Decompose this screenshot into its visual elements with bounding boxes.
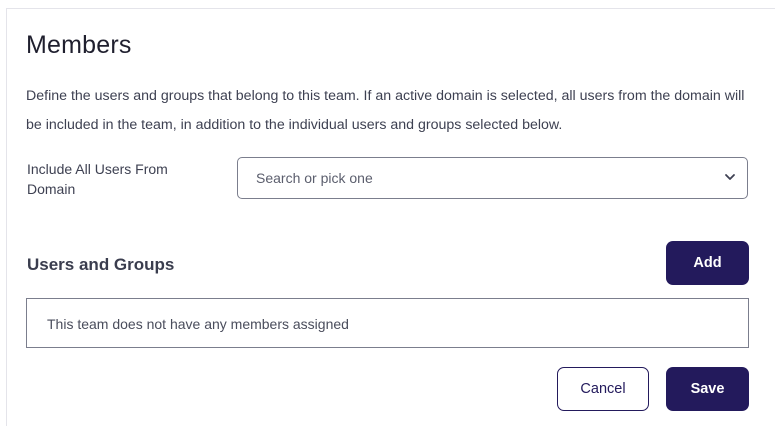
add-button[interactable]: Add: [666, 241, 749, 285]
members-description: Define the users and groups that belong …: [26, 88, 745, 133]
save-button[interactable]: Save: [666, 367, 749, 411]
members-list: This team does not have any members assi…: [26, 298, 749, 348]
page-title: Members: [26, 31, 132, 59]
empty-members-message: This team does not have any members assi…: [47, 316, 349, 332]
domain-select-placeholder: Search or pick one: [256, 170, 373, 186]
domain-select[interactable]: Search or pick one: [237, 157, 748, 199]
users-groups-title: Users and Groups: [27, 255, 175, 274]
cancel-button[interactable]: Cancel: [557, 367, 649, 411]
domain-field-label: Include All Users From Domain: [27, 161, 168, 197]
members-panel: [6, 8, 775, 426]
chevron-down-icon: [725, 174, 735, 180]
